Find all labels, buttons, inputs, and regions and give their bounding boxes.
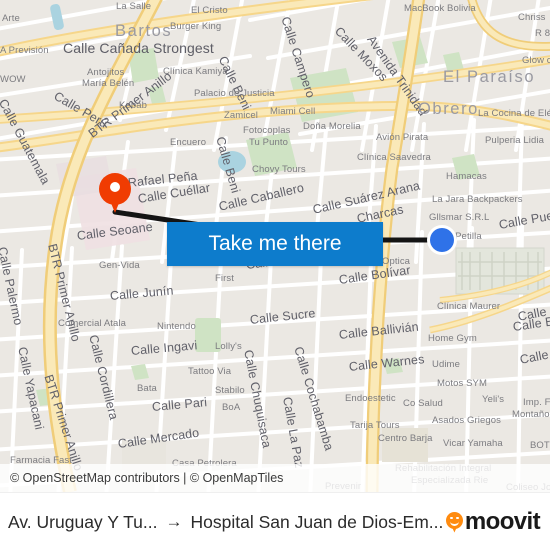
take-me-there-button[interactable]: Take me there bbox=[167, 222, 383, 266]
origin-label: Av. Uruguay Y Tu... bbox=[8, 511, 158, 532]
moovit-smiley-pin-icon bbox=[445, 511, 463, 533]
moovit-wordmark: moovit bbox=[464, 508, 541, 535]
map-attribution[interactable]: © OpenStreetMap contributors | © OpenMap… bbox=[0, 464, 550, 492]
destination-location-dot-icon[interactable] bbox=[427, 225, 457, 255]
destination-dot-inner bbox=[430, 228, 454, 252]
bottom-bar: Av. Uruguay Y Tu... → Hospital San Juan … bbox=[0, 492, 550, 550]
moovit-map-screen: Arte La Salle El Cristo Burger King MacBook … bbox=[0, 0, 550, 550]
moovit-logo[interactable]: moovit bbox=[445, 508, 550, 536]
map-canvas[interactable]: Arte La Salle El Cristo Burger King MacBook … bbox=[0, 0, 550, 492]
logo-eye-left bbox=[450, 516, 453, 519]
origin-map-pin-icon[interactable] bbox=[99, 173, 131, 215]
arrow-right-icon: → bbox=[165, 512, 183, 531]
pin-center-dot bbox=[110, 182, 120, 192]
logo-eye-right bbox=[456, 516, 459, 519]
destination-label: Hospital San Juan de Dios-Em... bbox=[190, 511, 444, 532]
route-endpoints: Av. Uruguay Y Tu... → Hospital San Juan … bbox=[0, 512, 446, 533]
